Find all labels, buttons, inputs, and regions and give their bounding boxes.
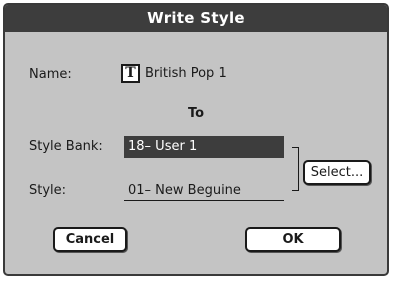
write-style-dialog: Write Style Name: T British Pop 1 To Sty… — [3, 3, 389, 276]
to-label: To — [187, 106, 205, 121]
text-edit-icon[interactable]: T — [121, 64, 140, 83]
ok-button[interactable]: OK — [245, 227, 341, 252]
cancel-button[interactable]: Cancel — [53, 227, 127, 252]
style-bank-label: Style Bank: — [29, 139, 103, 154]
select-button[interactable]: Select... — [303, 160, 371, 185]
dialog-title: Write Style — [5, 5, 387, 32]
name-value: British Pop 1 — [145, 66, 227, 81]
style-bank-field[interactable]: 18– User 1 — [124, 136, 284, 158]
style-label: Style: — [29, 183, 67, 198]
style-field[interactable]: 01– New Beguine — [124, 181, 284, 201]
name-label: Name: — [29, 67, 72, 82]
bracket-divider — [292, 147, 299, 191]
